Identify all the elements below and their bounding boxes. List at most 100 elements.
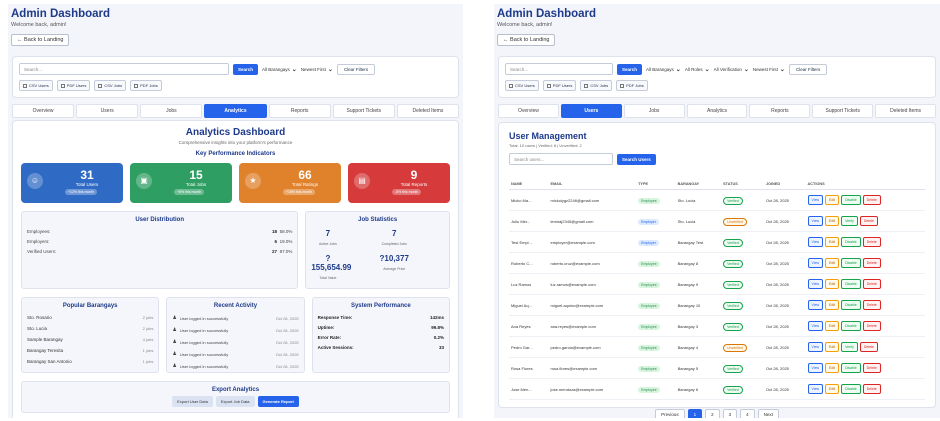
disable-button[interactable]: Disable — [841, 237, 861, 247]
view-button[interactable]: View — [807, 384, 824, 394]
search-button[interactable]: Search — [233, 63, 259, 75]
tab-analytics[interactable]: Analytics — [204, 104, 267, 118]
barangay-select[interactable]: All Barangays ⌄ — [646, 66, 681, 73]
export-pdf-users-button[interactable]: PDF Users — [542, 80, 577, 91]
disable-button[interactable]: Disable — [841, 258, 861, 268]
clear-filters-button[interactable]: Clear Filters — [788, 63, 828, 75]
delete-button[interactable]: Delete — [862, 384, 881, 394]
tab-jobs[interactable]: Jobs — [623, 104, 685, 118]
delete-button[interactable]: Delete — [862, 279, 881, 289]
search-input[interactable]: Search... — [19, 63, 229, 75]
table-cell: pedro.garcia@example.com — [548, 336, 637, 358]
delete-button[interactable]: Delete — [859, 216, 878, 226]
view-button[interactable]: View — [807, 216, 824, 226]
clear-filters-button[interactable]: Clear Filters — [336, 63, 376, 75]
disable-button[interactable]: Disable — [841, 279, 861, 289]
back-to-landing-button[interactable]: ← Back to Landing — [11, 34, 70, 46]
user-type-badge: Employer — [638, 218, 659, 225]
tab-reports[interactable]: Reports — [749, 104, 811, 118]
export-pdf-jobs-button[interactable]: PDF Jobs — [616, 80, 648, 91]
export-csv-users-button[interactable]: CSV Users — [19, 80, 53, 91]
export-csv-jobs-button[interactable]: CSV Jobs — [580, 80, 613, 91]
delete-button[interactable]: Delete — [862, 258, 881, 268]
view-button[interactable]: View — [807, 258, 824, 268]
tab-analytics[interactable]: Analytics — [686, 104, 748, 118]
search-input[interactable]: Search... — [505, 63, 613, 75]
view-button[interactable]: View — [807, 342, 824, 352]
tab-jobs[interactable]: Jobs — [140, 104, 203, 118]
delete-button[interactable]: Delete — [862, 195, 881, 205]
barangay-jobs: 4 jobs — [142, 337, 154, 342]
tab-deleted-items[interactable]: Deleted Items — [875, 104, 937, 118]
export-user-data-button[interactable]: Export User Data — [172, 396, 213, 407]
edit-button[interactable]: Edit — [825, 300, 840, 310]
column-header: JOINED — [763, 179, 806, 190]
tab-users[interactable]: Users — [76, 104, 139, 118]
edit-button[interactable]: Edit — [825, 195, 840, 205]
tab-deleted-items[interactable]: Deleted Items — [396, 104, 459, 118]
search-users-button[interactable]: Search Users — [617, 153, 656, 165]
export-csv-users-button[interactable]: CSV Users — [505, 80, 539, 91]
delete-button[interactable]: Delete — [862, 321, 881, 331]
generate-report-button[interactable]: Generate Report — [257, 396, 299, 407]
table-cell: Oct 28, 2025 — [763, 273, 806, 295]
edit-button[interactable]: Edit — [825, 216, 840, 226]
disable-button[interactable]: Disable — [841, 300, 861, 310]
view-button[interactable]: View — [807, 237, 824, 247]
export-csv-jobs-button[interactable]: CSV Jobs — [94, 80, 127, 91]
disable-button[interactable]: Disable — [841, 195, 861, 205]
user-search-input[interactable]: Search users... — [509, 153, 613, 165]
view-button[interactable]: View — [807, 300, 824, 310]
verify-button[interactable]: Verify — [841, 216, 858, 226]
edit-button[interactable]: Edit — [825, 384, 840, 394]
delete-button[interactable]: Delete — [862, 363, 881, 373]
back-to-landing-button[interactable]: ← Back to Landing — [497, 34, 556, 46]
sort-select[interactable]: Newest First ⌄ — [753, 66, 785, 73]
verification-select[interactable]: All Verification ⌄ — [714, 66, 749, 73]
export-job-data-button[interactable]: Export Job Data — [215, 396, 255, 407]
tab-support-tickets[interactable]: Support Tickets — [812, 104, 874, 118]
delete-button[interactable]: Delete — [862, 237, 881, 247]
export-pdf-jobs-button[interactable]: PDF Jobs — [130, 80, 162, 91]
next-page-button[interactable]: Next — [757, 409, 779, 418]
tab-support-tickets[interactable]: Support Tickets — [332, 104, 395, 118]
stat-completed-jobs: 7 Completed Jobs — [378, 229, 444, 250]
delete-button[interactable]: Delete — [859, 342, 878, 352]
view-button[interactable]: View — [807, 279, 824, 289]
barangay-select[interactable]: All Barangays ⌄ — [262, 66, 297, 73]
table-cell: Employee — [636, 294, 676, 316]
view-button[interactable]: View — [807, 363, 824, 373]
user-barangay: Barangay 4 — [677, 344, 699, 350]
role-select[interactable]: All Roles ⌄ — [685, 66, 710, 73]
disable-button[interactable]: Disable — [841, 363, 861, 373]
view-button[interactable]: View — [807, 195, 824, 205]
tab-overview[interactable]: Overview — [12, 104, 75, 118]
export-pdf-users-button[interactable]: PDF Users — [56, 80, 91, 91]
tab-overview[interactable]: Overview — [498, 104, 559, 118]
page-1-button[interactable]: 1 — [687, 409, 703, 418]
edit-button[interactable]: Edit — [825, 363, 840, 373]
view-button[interactable]: View — [807, 321, 824, 331]
table-cell: Luz Ramos — [509, 273, 549, 295]
page-2-button[interactable]: 2 — [705, 409, 720, 418]
tab-reports[interactable]: Reports — [268, 104, 331, 118]
row-pct: 58.0% — [279, 229, 293, 234]
verify-button[interactable]: Verify — [841, 342, 858, 352]
edit-button[interactable]: Edit — [825, 279, 840, 289]
tab-users[interactable]: Users — [560, 104, 622, 118]
search-button[interactable]: Search — [617, 63, 643, 75]
edit-button[interactable]: Edit — [825, 237, 840, 247]
disable-button[interactable]: Disable — [841, 384, 861, 394]
page-3-button[interactable]: 3 — [722, 409, 738, 418]
page-4-button[interactable]: 4 — [740, 409, 755, 418]
disable-button[interactable]: Disable — [841, 321, 861, 331]
activity-time: Oct 28, 2025 — [275, 339, 299, 345]
previous-page-button[interactable]: Previous — [655, 409, 685, 418]
edit-button[interactable]: Edit — [825, 258, 840, 268]
sort-select[interactable]: Newest First ⌄ — [301, 66, 333, 73]
delete-button[interactable]: Delete — [862, 300, 881, 310]
edit-button[interactable]: Edit — [825, 321, 840, 331]
edit-button[interactable]: Edit — [825, 342, 840, 352]
status-badge: Verified — [723, 280, 743, 289]
user-name: Juliu Mer... — [511, 218, 531, 224]
